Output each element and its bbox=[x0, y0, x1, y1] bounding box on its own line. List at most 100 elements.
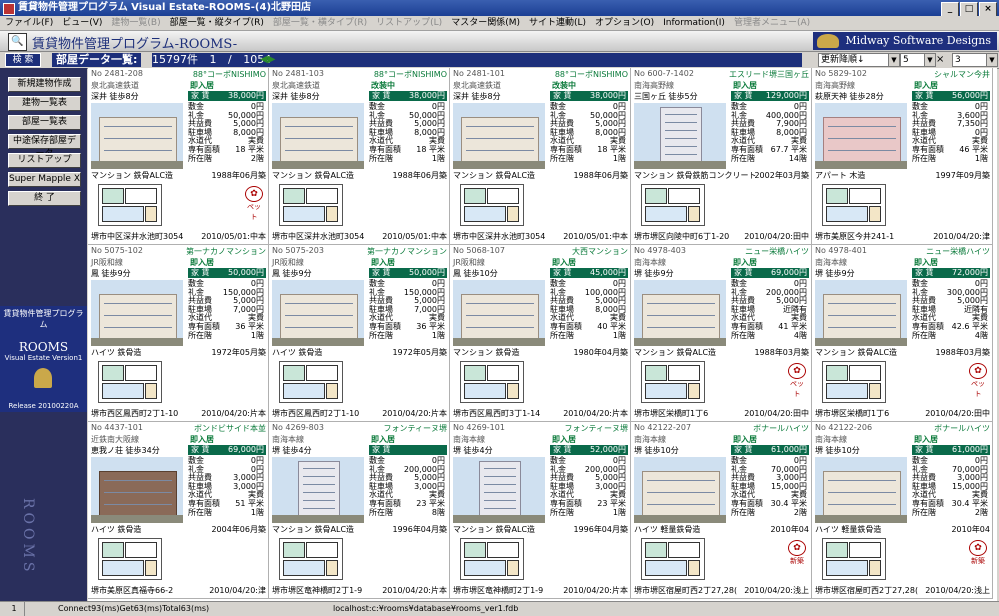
menu-item[interactable]: 建物一覧(B) bbox=[111, 18, 160, 28]
cols-select[interactable]: 3 ▼ bbox=[952, 53, 998, 67]
building-name[interactable]: 88°コーポNISHIMO bbox=[555, 69, 628, 80]
building-name[interactable]: 第一ナカノマンション bbox=[186, 246, 266, 257]
sort-select[interactable]: 更新降順↓ ▼ bbox=[818, 53, 900, 67]
sidebar-button[interactable]: 終 了 bbox=[8, 191, 81, 206]
room-card[interactable]: No 42122-206 ボナールハイツ 南海本線 即入居堺 徒歩10分 家 賃 61,0… bbox=[812, 422, 993, 599]
maximize-button[interactable]: □ bbox=[960, 2, 978, 17]
floor-plan-image[interactable] bbox=[279, 361, 343, 403]
building-name[interactable]: ニュー栄橋ハイツ bbox=[926, 246, 990, 257]
menu-item[interactable]: 管理者メニュー(A) bbox=[734, 18, 810, 28]
building-photo[interactable] bbox=[453, 457, 545, 523]
room-card[interactable]: No 5075-203 第一ナカノマンション JR阪和線 即入居鳳 徒歩9分 家 賃 50… bbox=[269, 245, 450, 422]
station-walk: 鳳 徒歩9分 bbox=[91, 269, 131, 278]
room-card[interactable]: No 2481-101 88°コーポNISHIMO 泉北高速鉄道 改装中 深井 徒歩8分… bbox=[450, 68, 631, 245]
search-button[interactable]: 検 索 bbox=[5, 53, 41, 67]
sidebar-button[interactable]: Super Mapple X bbox=[8, 172, 81, 187]
room-card[interactable]: No 5075-102 第一ナカノマンション JR阪和線 即入居鳳 徒歩9分 家 賃 50… bbox=[88, 245, 269, 422]
room-card[interactable]: No 4437-101 ボンドビサイド本並 近鉄南大阪線 即入居 恵我ノ荘 徒歩34分 家… bbox=[88, 422, 269, 599]
floor-plan-image[interactable] bbox=[279, 184, 343, 226]
spec-label: 所在階 bbox=[912, 507, 936, 517]
floor-plan-image[interactable] bbox=[822, 184, 886, 226]
room-card[interactable]: No 4978-401 ニュー栄橋ハイツ 南海本線 即入居堺 徒歩9分 家 賃 72,00… bbox=[812, 245, 993, 422]
room-card[interactable]: No 4978-403 ニュー栄橋ハイツ 南海本線 即入居堺 徒歩9分 家 賃 69,00… bbox=[631, 245, 812, 422]
room-card[interactable]: No 4269-803 フォンティーヌ堺 南海本線 即入居堺 徒歩4分 家 賃敷金 0円礼… bbox=[269, 422, 450, 599]
menu-item[interactable]: 部屋一覧・縦タイプ(R) bbox=[170, 18, 264, 28]
menu-item[interactable]: ファイル(F) bbox=[5, 18, 53, 28]
floor-plan-image[interactable] bbox=[641, 538, 705, 580]
floor-plan-image[interactable] bbox=[98, 184, 162, 226]
station-walk: 深井 徒歩8分 bbox=[272, 92, 320, 101]
close-button[interactable]: × bbox=[979, 2, 997, 17]
building-name[interactable]: 大西マンション bbox=[572, 246, 628, 257]
building-photo[interactable] bbox=[272, 103, 364, 169]
building-photo[interactable] bbox=[91, 457, 183, 523]
building-photo[interactable] bbox=[272, 457, 364, 523]
floor-plan-image[interactable] bbox=[98, 361, 162, 403]
building-name[interactable]: フォンティーヌ堺 bbox=[564, 423, 628, 434]
sidebar-button[interactable]: 新規建物作成 bbox=[8, 77, 81, 92]
floor-plan-image[interactable] bbox=[460, 184, 524, 226]
building-name[interactable]: ボンドビサイド本並 bbox=[194, 423, 266, 434]
menu-item[interactable]: オプション(O) bbox=[595, 18, 654, 28]
sidebar-button[interactable]: 中途保存部屋データ bbox=[8, 134, 81, 159]
building-name[interactable]: 88°コーポNISHIMO bbox=[193, 69, 266, 80]
room-card[interactable]: No 2481-208 88°コーポNISHIMO 泉北高速鉄道 即入居 深井 徒歩8分… bbox=[88, 68, 269, 245]
next-page-icon[interactable]: ▶ bbox=[268, 54, 276, 65]
station-walk: 深井 徒歩8分 bbox=[453, 92, 501, 101]
station-walk: 鳳 徒歩10分 bbox=[453, 269, 498, 278]
floor-plan-image[interactable] bbox=[279, 538, 343, 580]
spec-row: 所在階 1階 bbox=[369, 331, 447, 341]
room-card[interactable]: No 42122-207 ボナールハイツ 南海本線 即入居堺 徒歩10分 家 賃 61,0… bbox=[631, 422, 812, 599]
floor-plan-image[interactable] bbox=[98, 538, 162, 580]
sidebar-button[interactable]: リストアップ bbox=[8, 153, 81, 168]
building-name[interactable]: フォンティーヌ堺 bbox=[383, 423, 447, 434]
building-photo[interactable] bbox=[815, 103, 907, 169]
building-photo[interactable] bbox=[815, 457, 907, 523]
menu-item[interactable]: マスター関係(M) bbox=[451, 18, 520, 28]
sidebar-button[interactable]: 建物一覧表 bbox=[8, 96, 81, 111]
menu-item[interactable]: ビュー(V) bbox=[62, 18, 102, 28]
built-date: 1972年05月築 bbox=[211, 348, 266, 357]
room-card[interactable]: No 2481-103 88°コーポNISHIMO 泉北高速鉄道 改装中 深井 徒歩8分… bbox=[269, 68, 450, 245]
building-name[interactable]: 88°コーポNISHIMO bbox=[374, 69, 447, 80]
floor-plan-image[interactable] bbox=[460, 361, 524, 403]
rent-bar: 家 賃 45,000円 bbox=[550, 268, 628, 278]
prev-page-icon[interactable]: ◀ bbox=[260, 54, 268, 65]
rows-select[interactable]: 5 ▼ bbox=[900, 53, 936, 67]
menu-item[interactable]: 部屋一覧・横タイプ(R) bbox=[273, 18, 367, 28]
room-card[interactable]: No 5068-107 大西マンション JR阪和線 即入居鳳 徒歩10分 家 賃 45,0… bbox=[450, 245, 631, 422]
minimize-button[interactable]: _ bbox=[941, 2, 959, 17]
railway-line: 近鉄南大阪線 bbox=[91, 435, 139, 444]
menu-item[interactable]: Information(I) bbox=[663, 18, 725, 28]
room-card[interactable]: No 600-7-1402 エスリード堺三国ヶ丘 南海高野線 即入居 三国ヶ丘 徒歩5分… bbox=[631, 68, 812, 245]
floor-plan-image[interactable] bbox=[641, 184, 705, 226]
building-photo[interactable] bbox=[272, 280, 364, 346]
building-photo[interactable] bbox=[634, 103, 726, 169]
building-photo[interactable] bbox=[91, 280, 183, 346]
floor-plan-image[interactable] bbox=[641, 361, 705, 403]
floor-plan-image[interactable] bbox=[822, 361, 886, 403]
building-name[interactable]: ボナールハイツ bbox=[934, 423, 990, 434]
building-name[interactable]: エスリード堺三国ヶ丘 bbox=[729, 69, 809, 80]
building-photo[interactable] bbox=[453, 103, 545, 169]
pet-badge: ✿ 新築 bbox=[968, 540, 988, 565]
built-date: 1996年04月築 bbox=[392, 525, 447, 534]
floor-plan-image[interactable] bbox=[460, 538, 524, 580]
address: 堺市中区深井水池町3054 bbox=[453, 232, 546, 241]
menu-item[interactable]: サイト連動(L) bbox=[529, 18, 586, 28]
floor-plan-image[interactable] bbox=[822, 538, 886, 580]
building-photo[interactable] bbox=[91, 103, 183, 169]
pet-badge: ✿ ペット bbox=[968, 363, 988, 398]
building-name[interactable]: ニュー栄橋ハイツ bbox=[745, 246, 809, 257]
room-card[interactable]: No 5829-102 シャルマン今井 南海高野線 即入居 萩原天神 徒歩28分 家 賃 5… bbox=[812, 68, 993, 245]
menu-item[interactable]: リストアップ(L) bbox=[376, 18, 442, 28]
building-photo[interactable] bbox=[634, 457, 726, 523]
room-card[interactable]: No 4269-101 フォンティーヌ堺 南海本線 即入居堺 徒歩4分 家 賃 52,00… bbox=[450, 422, 631, 599]
building-name[interactable]: シャルマン今井 bbox=[934, 69, 990, 80]
building-photo[interactable] bbox=[634, 280, 726, 346]
building-photo[interactable] bbox=[453, 280, 545, 346]
sidebar-button[interactable]: 部屋一覧表 bbox=[8, 115, 81, 130]
building-photo[interactable] bbox=[815, 280, 907, 346]
building-name[interactable]: 第一ナカノマンション bbox=[367, 246, 447, 257]
building-name[interactable]: ボナールハイツ bbox=[753, 423, 809, 434]
